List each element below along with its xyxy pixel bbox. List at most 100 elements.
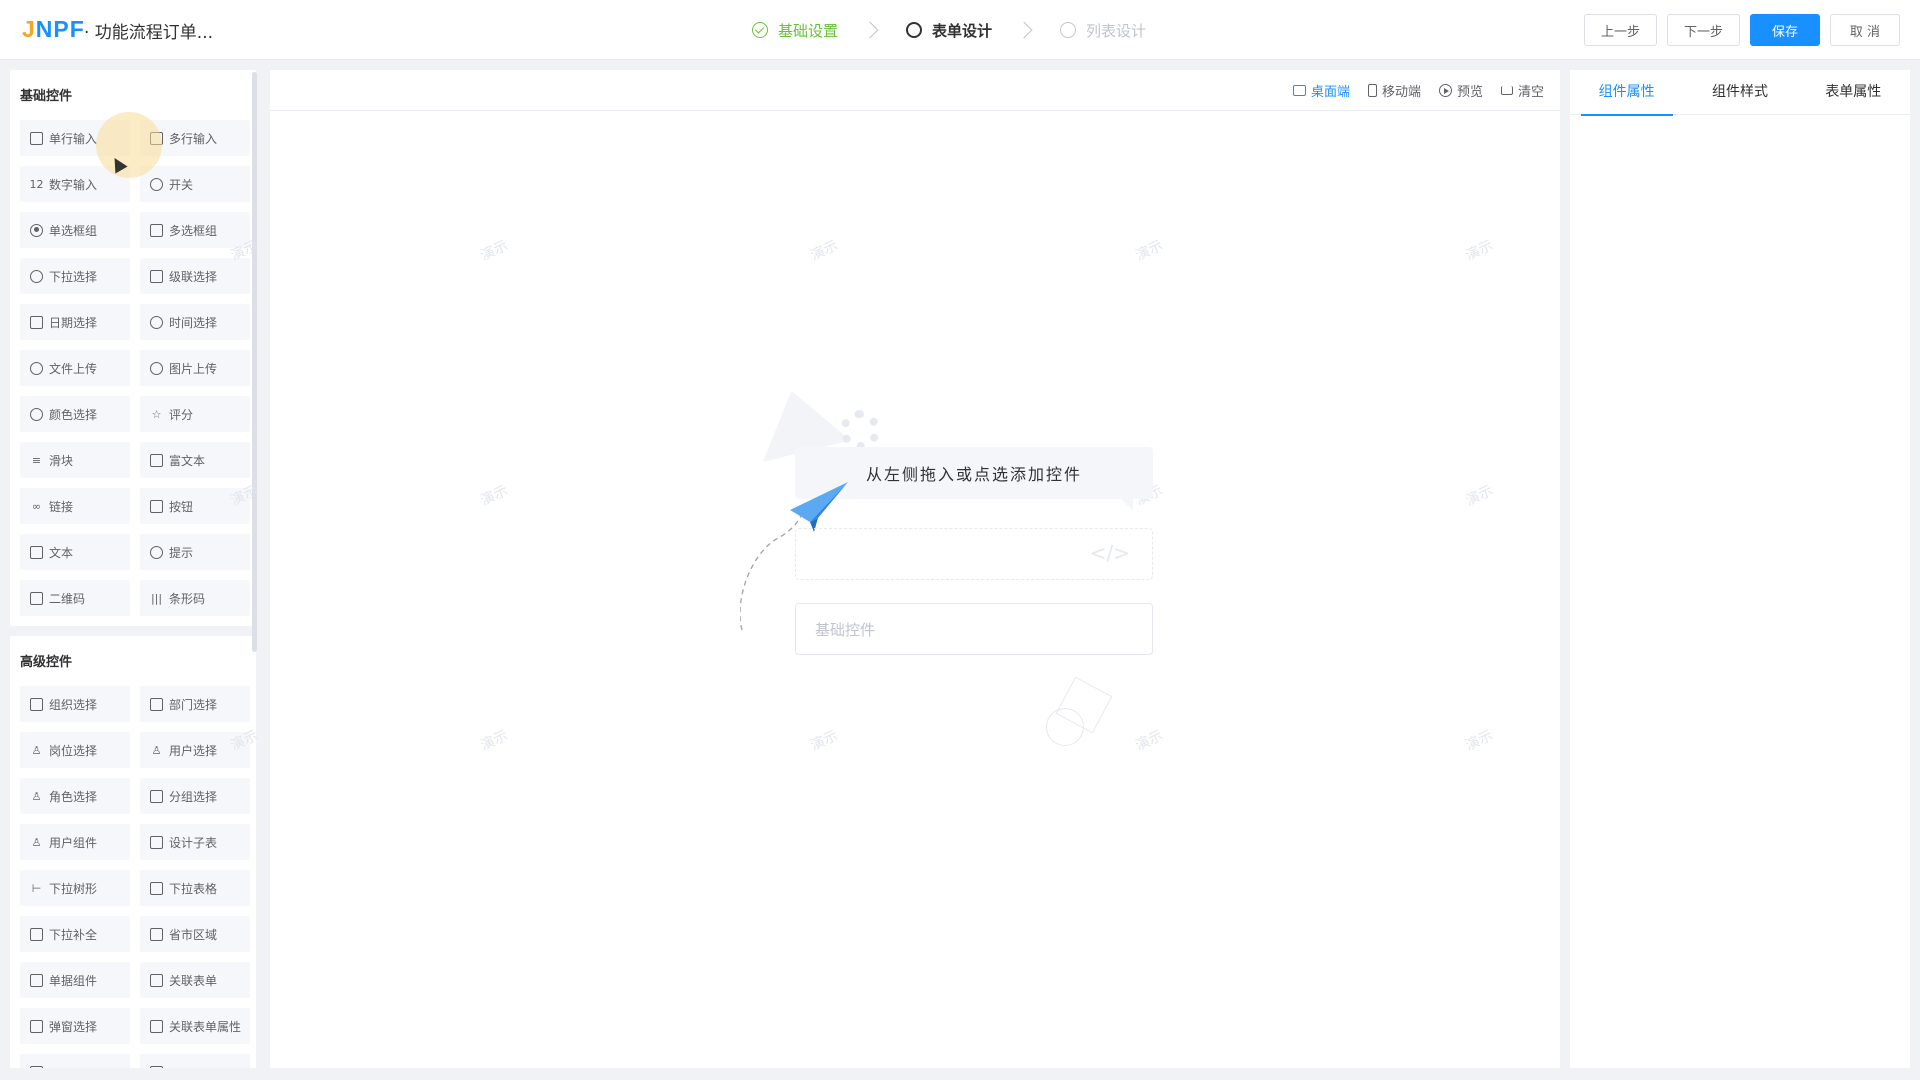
tool-label: 桌面端 — [1310, 85, 1350, 100]
component-label: 角色选择 — [49, 789, 98, 804]
component-item[interactable]: 弹窗选择 — [20, 1008, 130, 1044]
autocomplete-icon — [30, 927, 43, 941]
component-item[interactable]: 多行输入 — [140, 120, 250, 156]
user-component-icon: ♙ — [31, 835, 42, 849]
mobile-view-button[interactable]: 移动端 — [1367, 81, 1421, 100]
component-label: 日期选择 — [49, 315, 98, 330]
component-item[interactable]: 图片上传 — [140, 350, 250, 386]
component-item[interactable]: 单据组件 — [20, 962, 130, 998]
table-select-icon — [150, 881, 163, 895]
prev-step-button[interactable]: 上一步 — [1583, 14, 1657, 46]
next-step-button[interactable]: 下一步 — [1666, 14, 1740, 46]
info-icon — [150, 545, 163, 559]
component-label: 组织选择 — [49, 697, 98, 712]
component-item[interactable]: ||| 条形码 — [140, 580, 250, 616]
select-icon — [30, 269, 43, 283]
monitor-icon — [1292, 85, 1306, 96]
department-icon — [150, 697, 163, 711]
desktop-view-button[interactable]: 桌面端 — [1292, 81, 1350, 100]
component-item[interactable]: 下拉选择 — [20, 258, 130, 294]
component-label: 设计子表 — [169, 835, 218, 850]
component-item[interactable]: 日期选择 — [20, 304, 130, 340]
bill-icon — [30, 973, 43, 987]
step-basic-settings[interactable]: 基础设置 — [752, 20, 838, 41]
component-item[interactable]: 分组选择 — [140, 778, 250, 814]
role-icon: ♙ — [31, 789, 42, 803]
component-item[interactable]: 组织选择 — [20, 686, 130, 722]
switch-icon — [150, 177, 163, 191]
phone-icon — [1367, 84, 1377, 97]
component-item[interactable]: 下拉表格 — [140, 870, 250, 906]
component-item[interactable]: ♙ 角色选择 — [20, 778, 130, 814]
save-button[interactable]: 保存 — [1750, 14, 1820, 46]
component-item[interactable]: 颜色选择 — [20, 396, 130, 432]
component-item[interactable] — [20, 1054, 130, 1068]
more-icon — [150, 1065, 163, 1068]
component-item[interactable]: 级联选择 — [140, 258, 250, 294]
user-icon: ♙ — [151, 743, 162, 757]
cancel-button[interactable]: 取 消 — [1830, 14, 1900, 46]
text-icon — [30, 545, 43, 559]
component-item[interactable]: 富文本 — [140, 442, 250, 478]
basic-components-card: 基础控件 单行输入 多行输入 12 数字输入 开关 单选框组 多选框组 下拉选择 级联选择 日期选… — [10, 70, 256, 626]
component-item[interactable]: 时间选择 — [140, 304, 250, 340]
left-panel-scrollbar[interactable] — [252, 72, 257, 652]
component-item[interactable]: 关联表单属性 — [140, 1008, 250, 1044]
watermark-text: 演示 — [1463, 482, 1496, 510]
component-label: 下拉选择 — [49, 269, 98, 284]
popup-icon — [30, 1019, 43, 1033]
component-item[interactable]: 文本 — [20, 534, 130, 570]
clear-button[interactable]: 清空 — [1500, 81, 1544, 100]
component-item[interactable]: ♙ 用户组件 — [20, 824, 130, 860]
step-label: 列表设计 — [1086, 21, 1147, 40]
component-item[interactable]: 开关 — [140, 166, 250, 202]
component-item[interactable]: ∞ 链接 — [20, 488, 130, 524]
circle-icon — [906, 22, 923, 38]
step-list-design[interactable]: 列表设计 — [1060, 20, 1146, 41]
component-item[interactable]: 二维码 — [20, 580, 130, 616]
component-item[interactable]: 多选框组 — [140, 212, 250, 248]
drop-zone[interactable]: </> — [795, 528, 1153, 580]
component-label: 分组选择 — [169, 789, 218, 804]
component-item[interactable]: 下拉补全 — [20, 916, 130, 952]
property-panel: 组件属性 组件样式 表单属性 — [1570, 70, 1910, 1068]
component-label: 富文本 — [169, 453, 206, 468]
design-canvas[interactable]: 桌面端 移动端 预览 清空 演示 演示 演示 演示 演示 演示 演示 演示 演示 演示 演示 演示 演示… — [228, 70, 1560, 1068]
component-item[interactable]: ♙ 岗位选择 — [20, 732, 130, 768]
org-icon — [30, 697, 43, 711]
component-label: 链接 — [49, 499, 74, 514]
step-form-design[interactable]: 表单设计 — [906, 20, 992, 41]
tab-form-props[interactable]: 表单属性 — [1807, 70, 1899, 115]
component-item[interactable]: ≡ 滑块 — [20, 442, 130, 478]
gear-icon — [840, 410, 880, 450]
component-item[interactable]: 单选框组 — [20, 212, 130, 248]
component-label: 关联表单 — [169, 973, 218, 988]
component-item[interactable]: ☆ 评分 — [140, 396, 250, 432]
watermark-text: 演示 — [808, 237, 841, 265]
component-item[interactable]: ⊢ 下拉树形 — [20, 870, 130, 906]
component-label: 部门选择 — [169, 697, 218, 712]
preview-button[interactable]: 预览 — [1438, 81, 1483, 100]
canvas-toolbar: 桌面端 移动端 预览 清空 — [270, 70, 1560, 111]
tab-component-props[interactable]: 组件属性 — [1580, 70, 1673, 116]
component-item[interactable]: 设计子表 — [140, 824, 250, 860]
link-icon: ∞ — [31, 499, 42, 513]
chevron-right-icon — [861, 21, 879, 39]
component-item[interactable]: 按钮 — [140, 488, 250, 524]
component-item[interactable]: 省市区域 — [140, 916, 250, 952]
component-label: 条形码 — [169, 591, 206, 606]
check-circle-icon — [752, 22, 768, 38]
component-item[interactable]: 提示 — [140, 534, 250, 570]
component-label: 级联选择 — [169, 269, 218, 284]
component-item[interactable]: 文件上传 — [20, 350, 130, 386]
watermark-text: 演示 — [1463, 237, 1496, 265]
tab-component-style[interactable]: 组件样式 — [1694, 70, 1786, 115]
component-item[interactable]: 关联表单 — [140, 962, 250, 998]
component-item[interactable]: ♙ 用户选择 — [140, 732, 250, 768]
component-item[interactable] — [140, 1054, 250, 1068]
component-item[interactable]: 12 数字输入 — [20, 166, 130, 202]
component-item[interactable]: 部门选择 — [140, 686, 250, 722]
qrcode-icon — [30, 591, 43, 605]
component-item[interactable]: 单行输入 — [20, 120, 130, 156]
placeholder-field: 基础控件 — [795, 603, 1153, 655]
